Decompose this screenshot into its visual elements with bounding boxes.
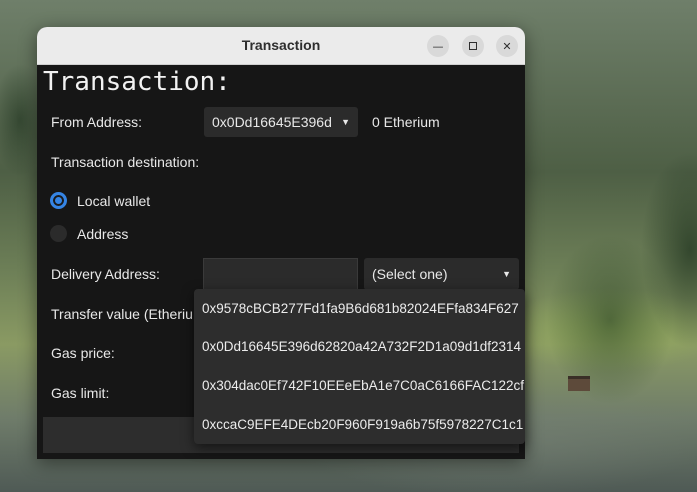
chevron-down-icon: ▼ <box>502 269 511 279</box>
close-icon: ✕ <box>502 39 512 53</box>
radio-local-wallet[interactable] <box>50 192 67 209</box>
delivery-address-input[interactable] <box>203 258 358 290</box>
radio-address-label[interactable]: Address <box>77 226 128 242</box>
radio-local-wallet-label[interactable]: Local wallet <box>77 193 150 209</box>
from-address-label: From Address: <box>51 114 143 130</box>
dropdown-option[interactable]: 0x9578cBCB277Fd1fa9B6d681b82024EFfa834F6… <box>194 289 525 327</box>
delivery-address-select[interactable]: (Select one) ▼ <box>364 258 519 290</box>
chevron-down-icon: ▼ <box>341 117 350 127</box>
dropdown-option[interactable]: 0xccaC9EFE4DEcb20F960F919a6b75f5978227C1… <box>194 405 525 443</box>
minimize-button[interactable]: — <box>427 35 449 57</box>
from-address-select[interactable]: 0x0Dd16645E396d ▼ <box>204 107 358 137</box>
dropdown-option[interactable]: 0x304dac0Ef742F10EEeEbA1e7C0aC6166FAC122… <box>194 366 525 404</box>
window-title: Transaction <box>241 37 321 53</box>
close-button[interactable]: ✕ <box>496 35 518 57</box>
minimize-icon: — <box>432 39 444 53</box>
balance-text: 0 Etherium <box>372 114 440 130</box>
address-dropdown-list: 0x9578cBCB277Fd1fa9B6d681b82024EFfa834F6… <box>194 289 525 444</box>
delivery-address-label: Delivery Address: <box>51 266 160 282</box>
titlebar[interactable]: Transaction — ✕ <box>37 27 525 65</box>
delivery-select-value: (Select one) <box>372 266 448 282</box>
maximize-icon <box>469 42 477 50</box>
dropdown-option[interactable]: 0x0Dd16645E396d62820a42A732F2D1a09d1df23… <box>194 327 525 365</box>
wallpaper-boathouse <box>568 376 590 391</box>
page-title: Transaction: <box>43 67 231 97</box>
gas-limit-label: Gas limit: <box>51 385 110 401</box>
radio-address[interactable] <box>50 225 67 242</box>
maximize-button[interactable] <box>462 35 484 57</box>
transfer-value-label: Transfer value (Etheriu <box>51 306 193 322</box>
gas-price-label: Gas price: <box>51 345 115 361</box>
destination-label: Transaction destination: <box>51 154 200 170</box>
from-address-value: 0x0Dd16645E396d <box>212 114 332 130</box>
